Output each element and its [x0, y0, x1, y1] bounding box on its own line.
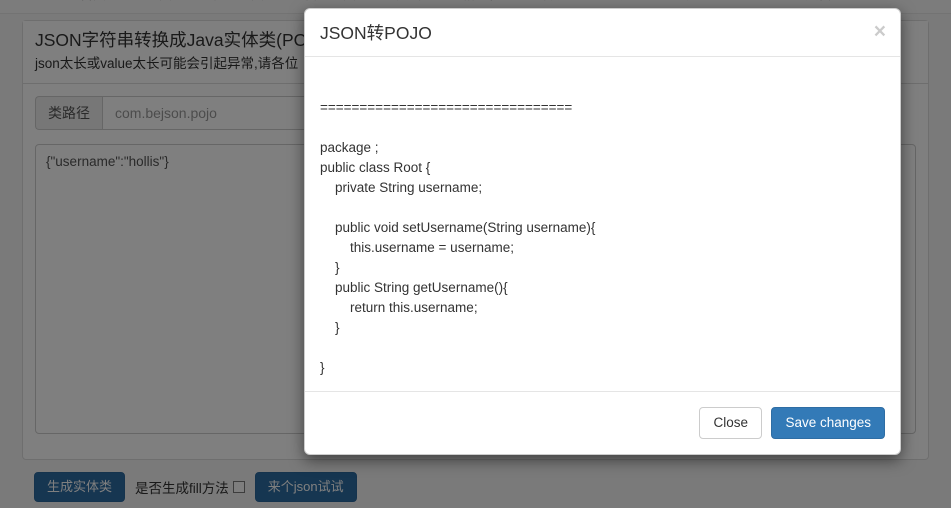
- close-icon[interactable]: ×: [874, 21, 886, 42]
- json-to-pojo-modal: JSON转POJO × ============================…: [304, 8, 901, 455]
- generated-code-output: ================================ package…: [320, 100, 596, 375]
- close-button[interactable]: Close: [699, 407, 762, 439]
- modal-footer: Close Save changes: [305, 391, 900, 454]
- modal-body: ================================ package…: [305, 57, 900, 391]
- save-changes-button[interactable]: Save changes: [771, 407, 885, 439]
- modal-title: JSON转POJO: [320, 23, 432, 43]
- modal-header: JSON转POJO ×: [305, 9, 900, 57]
